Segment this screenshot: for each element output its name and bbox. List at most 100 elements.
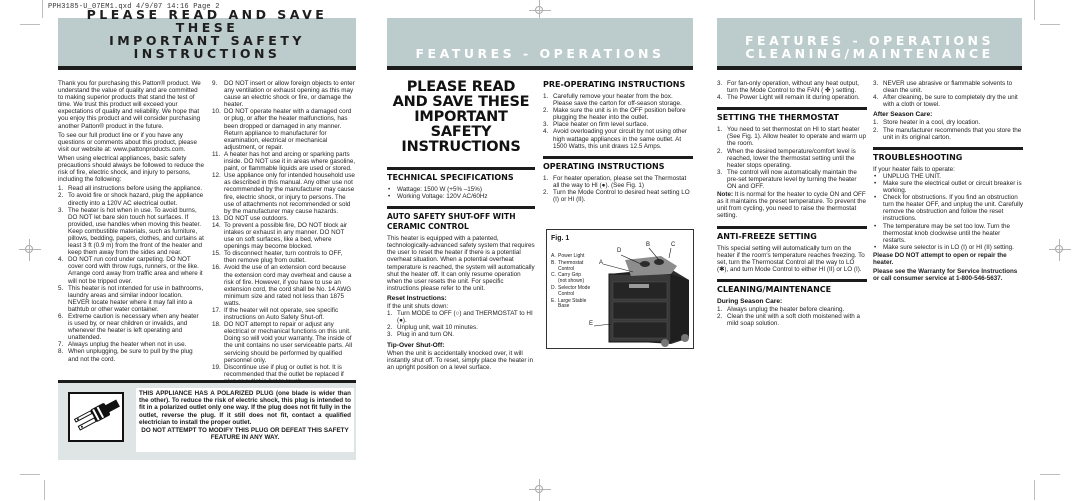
reset-step: 3. Plug in and turn ON. <box>387 331 455 339</box>
thermostat-list: 1. You need to set thermostat on HI to st… <box>717 126 867 190</box>
callout-d: D <box>617 248 622 254</box>
legend-item: C. Carry Grip (not shown) <box>551 272 585 285</box>
safety-item: 15. To disconnect heater, turn controls t… <box>212 250 343 265</box>
features-column-1: PLEASE READ AND SAVE THESE IMPORTANT SAF… <box>387 80 535 373</box>
service-info: Please see the Warranty for Service Inst… <box>873 268 1018 283</box>
crop-mark <box>1034 0 1035 20</box>
safety-item: 7. Always unplug the heater when not in u… <box>58 341 187 349</box>
intro-paragraph: When using electrical appliances, basic … <box>58 154 204 184</box>
callout-c: C <box>671 242 676 248</box>
list-item: 4. Avoid overloading your circuit by not … <box>543 128 687 150</box>
figure-title: Fig. 1 <box>551 235 570 242</box>
safety-item: 1. Read all instructions before using the… <box>58 185 203 193</box>
safety-item: 16. Avoid the use of an extension cord be… <box>212 264 352 307</box>
reset-step: 1. Turn MODE to OFF (○) and THERMOSTAT to… <box>387 310 533 325</box>
section-heading: AUTO SAFETY SHUT-OFF WITH CERAMIC CONTRO… <box>387 206 535 232</box>
safety-column-2: 9. DO NOT insert or allow foreign objects… <box>212 80 356 385</box>
callout-a: A <box>599 260 604 266</box>
crop-mark <box>20 474 40 475</box>
list-item: 1. For heater operation, please set the T… <box>543 174 687 189</box>
crop-mark <box>44 480 45 500</box>
pre-operating-list: 1. Carefully remove your heater from the … <box>543 93 693 150</box>
list-item: 2. Make sure the unit is in the OFF posit… <box>543 107 686 122</box>
intro-paragraph: To see our full product line or if you h… <box>58 131 197 153</box>
safety-list: 1. Read all instructions before using the… <box>58 185 204 362</box>
safety-column-1: Thank you for purchasing this Patton® pr… <box>58 80 204 363</box>
subheading: Reset Instructions: <box>387 294 447 302</box>
list-item: 4. After cleaning, be sure to completely … <box>873 94 1018 109</box>
legend-item: D. Selector Mode Control <box>551 284 591 297</box>
list-item: The temperature may be set too low. Turn… <box>873 223 1023 244</box>
banner-title-line: IMPORTANT SAFETY INSTRUCTIONS <box>109 33 305 61</box>
plug-notice-body: THIS APPLIANCE HAS A POLARIZED PLUG (one… <box>139 390 351 426</box>
list-item: 4. The Power Light will remain lit during… <box>717 94 860 102</box>
features-column-2: PRE-OPERATING INSTRUCTIONS 1. Carefully r… <box>543 80 693 203</box>
list-item: 3. For fan-only operation, without any he… <box>717 80 859 95</box>
list-item: 1. Always unplug the heater before cleani… <box>717 305 845 313</box>
list-item: Make sure selector is in LO (I) or HI (I… <box>873 244 1023 251</box>
list-item: 1. Store heater in a cool, dry location. <box>873 119 981 127</box>
list-item: 1. Carefully remove your heater from the … <box>543 93 682 108</box>
spec-item: Working Voltage: 120V AC/60Hz <box>387 193 535 200</box>
reset-step: 2. Unplug unit, wait 10 minutes. <box>387 324 478 332</box>
banner-title-line: FEATURES - OPERATIONS <box>415 46 665 61</box>
subheading: During Season Care: <box>717 297 783 305</box>
safety-item: 14. To prevent a possible fire, DO NOT bl… <box>212 221 348 251</box>
page-title: PLEASE READ AND SAVE THESE IMPORTANT SAF… <box>392 79 530 155</box>
list-item: 3. NEVER use abrasive or flammable solven… <box>873 80 1013 95</box>
safety-item: 11. A heater has hot and arcing or sparki… <box>212 150 356 173</box>
reset-steps: 1. Turn MODE to OFF (○) and THERMOSTAT to… <box>387 310 535 338</box>
safety-item: 17. If the heater will not operate, see s… <box>212 307 339 322</box>
legend-item: E. Large Stable Base <box>551 297 587 310</box>
safety-item: 3. The heater is hot when in use. To avoi… <box>58 206 204 257</box>
heater-illustration <box>593 247 689 347</box>
section-heading: ANTI-FREEZE SETTING <box>717 225 867 242</box>
safety-item: 10. DO NOT operate heater with a damaged … <box>212 108 352 151</box>
operating-list-continued: 3. For fan-only operation, without any he… <box>717 80 867 101</box>
safety-item: 18. DO NOT attempt to repair or adjust an… <box>212 321 353 364</box>
list-item: 3. Place heater on firm level surface. <box>543 121 649 129</box>
section-heading: OPERATING INSTRUCTIONS <box>543 155 693 172</box>
safety-item: 5. This heater is not intended for use in… <box>58 284 204 313</box>
during-season-list-continued: 3. NEVER use abrasive or flammable solven… <box>873 80 1023 108</box>
crop-mark <box>1034 480 1035 500</box>
after-season-list: 1. Store heater in a cool, dry location. … <box>873 119 1023 140</box>
section-heading: PRE-OPERATING INSTRUCTIONS <box>543 80 686 89</box>
list-item: 2. When the desired temperature/comfort l… <box>717 147 856 169</box>
operating-list: 1. For heater operation, please set the T… <box>543 175 693 203</box>
safety-item: 8. When unplugging, be sure to pull by th… <box>58 348 193 363</box>
safety-item: 2. To avoid fire or shock hazard, plug th… <box>58 192 204 207</box>
crop-mark <box>20 24 40 25</box>
plug-illustration <box>68 392 124 442</box>
callout-e: E <box>589 321 594 327</box>
repair-warning: Please DO NOT attempt to open or repair … <box>873 251 1007 266</box>
paragraph: This heater is equipped with a patented,… <box>387 235 535 292</box>
polarized-plug-text: THIS APPLIANCE HAS A POLARIZED PLUG (one… <box>136 388 354 452</box>
crop-mark <box>1040 24 1060 25</box>
list-item: Make sure the electrical outlet or circu… <box>873 180 1023 194</box>
list-item: 1. You need to set thermostat on HI to st… <box>717 126 866 148</box>
troubleshooting-list: UNPLUG THE UNIT. Make sure the electrica… <box>873 173 1023 251</box>
list-item: Check for obstructions. If you find an o… <box>873 194 1023 222</box>
paragraph: If the unit shuts down: <box>387 303 449 311</box>
crop-mark <box>42 0 43 18</box>
registration-mark <box>19 239 41 261</box>
plug-notice-warning: DO NOT ATTEMPT TO MODIFY THIS PLUG OR DE… <box>141 427 349 442</box>
legend-item: B. Thermostat Control <box>551 259 584 272</box>
list-item: UNPLUG THE UNIT. <box>873 173 1023 180</box>
callout-b: B <box>646 242 651 248</box>
intro-paragraph: Thank you for purchasing this Patton® pr… <box>58 80 201 130</box>
banner-safety: PLEASE READ AND SAVE THESE IMPORTANT SAF… <box>58 8 356 70</box>
note: Note: It is normal for the heater to cyc… <box>717 191 866 220</box>
banner-features: FEATURES - OPERATIONS <box>387 18 693 70</box>
cleaning-column-1: 3. For fan-only operation, without any he… <box>717 80 867 327</box>
paragraph: If your heater fails to operate: <box>873 165 955 173</box>
list-item: 3. The control will now automatically mai… <box>717 168 857 191</box>
figure-1: Fig. 1 A. Power Light B. Thermostat Contro… <box>546 229 694 349</box>
banner-title-line: CLEANING/MAINTENANCE <box>745 46 994 61</box>
subheading: Tip-Over Shut-Off: <box>387 341 445 349</box>
list-item: 2. Turn the Mode Control to desired heat … <box>543 188 690 204</box>
list-item: 2. The manufacturer recommends that you s… <box>873 126 1022 141</box>
cleaning-column-2: 3. NEVER use abrasive or flammable solven… <box>873 80 1023 284</box>
safety-list: 9. DO NOT insert or allow foreign objects… <box>212 80 356 385</box>
